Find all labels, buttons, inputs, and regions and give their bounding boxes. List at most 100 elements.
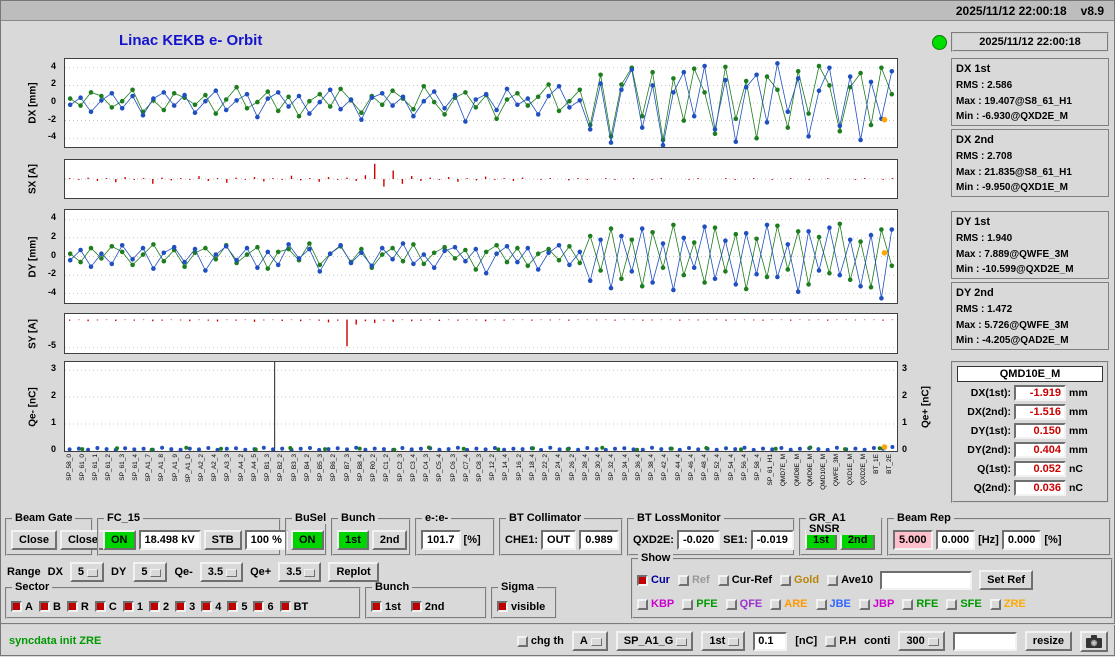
checkbox-c[interactable]: C — [94, 601, 117, 613]
checkbox-box[interactable] — [227, 601, 239, 612]
checkbox-box[interactable] — [717, 574, 729, 586]
status-controls: chg th A SP_A1_G 1st [nC] P.H conti 300 … — [516, 630, 1108, 652]
checkbox-jbp[interactable]: JBP — [858, 598, 894, 610]
checkbox-gold[interactable]: Gold — [780, 574, 819, 586]
x-axis-label: SP_A4_5 — [250, 454, 258, 482]
checkbox-box[interactable] — [66, 601, 78, 612]
bunch-1st-button[interactable]: 1st — [337, 529, 369, 551]
checkbox-box[interactable] — [516, 635, 528, 647]
checkbox-box[interactable] — [122, 601, 134, 612]
checkbox-box[interactable] — [253, 601, 265, 612]
checkbox-box[interactable] — [279, 601, 291, 612]
checkbox-box[interactable] — [410, 601, 422, 612]
x-axis-label: SP_42_4 — [661, 454, 669, 481]
range-dx-select[interactable]: 5 — [69, 561, 105, 583]
checkbox-box[interactable] — [780, 574, 792, 586]
qmd-row: DX(2nd): -1.516 mm — [957, 403, 1103, 420]
checkbox-kbp[interactable]: KBP — [637, 598, 674, 610]
x-axis-label: SP_A1_8 — [158, 454, 166, 482]
checkbox-2[interactable]: 2 — [148, 601, 169, 613]
checkbox-are[interactable]: ARE — [770, 598, 808, 610]
checkbox-box[interactable] — [497, 601, 508, 612]
checkbox-b[interactable]: B — [38, 601, 61, 613]
range-qe-minus-select[interactable]: 3.5 — [199, 561, 244, 583]
fc15-frame: FC_15 ON 18.498 kV STB 100 % — [97, 513, 288, 556]
checkbox-box[interactable] — [989, 598, 1001, 610]
checkbox-rfe[interactable]: RFE — [902, 598, 938, 610]
checkbox-r[interactable]: R — [66, 601, 89, 613]
checkbox-3[interactable]: 3 — [175, 601, 195, 613]
replot-button[interactable]: Replot — [328, 561, 379, 583]
bt-collimator-label: BT Collimator — [506, 513, 585, 524]
checkbox-box[interactable] — [682, 598, 694, 610]
checkbox-p-h[interactable]: P.H — [825, 635, 856, 647]
checkbox-box[interactable] — [815, 598, 827, 610]
checkbox-box[interactable] — [637, 574, 648, 586]
checkbox-6[interactable]: 6 — [253, 601, 274, 613]
checkbox-box[interactable] — [770, 598, 782, 610]
checkbox-ave10[interactable]: Ave10 — [827, 574, 873, 586]
checkbox-visible[interactable]: visible — [497, 601, 545, 613]
resize-button[interactable]: resize — [1024, 630, 1072, 652]
checkbox-pfe[interactable]: PFE — [682, 598, 718, 610]
checkbox-box[interactable] — [38, 601, 50, 612]
sp-select[interactable]: SP_A1_G — [615, 630, 694, 652]
x-axis-label: SP_58_4 — [754, 454, 761, 481]
y-tick-label: 3 — [50, 363, 56, 374]
checkbox-box[interactable] — [902, 598, 914, 610]
checkbox-qfe[interactable]: QFE — [725, 598, 762, 610]
checkbox-box[interactable] — [201, 601, 213, 612]
checkbox-box[interactable] — [175, 601, 187, 612]
range-qe-plus-select[interactable]: 3.5 — [278, 561, 322, 583]
checkbox-sfe[interactable]: SFE — [946, 598, 982, 610]
checkbox-2nd[interactable]: 2nd — [410, 601, 444, 613]
range-dy-select[interactable]: 5 — [133, 561, 168, 583]
checkbox-zre[interactable]: ZRE — [989, 598, 1026, 610]
beam-rep-frame: Beam Rep 5.000 0.000 [Hz] 0.000 [%] — [887, 513, 1111, 556]
checkbox-box[interactable] — [827, 574, 839, 586]
checkbox-box[interactable] — [371, 601, 382, 612]
checkbox-cur-ref[interactable]: Cur-Ref — [717, 574, 772, 586]
mode-select[interactable]: A — [571, 630, 608, 652]
bunch-2nd-button[interactable]: 2nd — [371, 529, 408, 551]
checkbox-box[interactable] — [637, 598, 648, 610]
x-axis-label: SP_B2_2 — [277, 454, 285, 482]
checkbox-4[interactable]: 4 — [201, 601, 221, 613]
checkbox-label: P.H — [839, 635, 857, 647]
checkbox-label: Ave10 — [841, 574, 874, 586]
aux-input[interactable] — [952, 631, 1017, 651]
camera-button[interactable] — [1080, 630, 1108, 652]
checkbox-box[interactable] — [858, 598, 870, 610]
checkbox-bt[interactable]: BT — [279, 601, 308, 613]
bunch-order-select[interactable]: 1st — [701, 630, 746, 652]
checkbox-label: 5 — [241, 600, 248, 613]
checkbox-1st[interactable]: 1st — [371, 601, 401, 613]
busel-on-button[interactable]: ON — [291, 529, 324, 551]
checkbox-ref[interactable]: Ref — [677, 574, 710, 586]
checkbox-box[interactable] — [94, 601, 106, 612]
checkbox-box[interactable] — [725, 598, 737, 610]
checkbox-1[interactable]: 1 — [122, 601, 143, 613]
checkbox-box[interactable] — [148, 601, 160, 612]
show-row1-checkboxes: Cur Ref Cur-Ref Gold Ave10 — [637, 574, 873, 586]
qxd2e-label: QXD2E: — [633, 534, 674, 546]
checkbox-chg-th[interactable]: chg th — [516, 635, 564, 647]
checkbox-5[interactable]: 5 — [227, 601, 247, 613]
x-axis-label: QMD7E_M — [780, 454, 788, 487]
checkbox-jbe[interactable]: JBE — [815, 598, 851, 610]
beam-gate-close-button-1[interactable]: Close — [11, 529, 57, 551]
checkbox-box[interactable] — [946, 598, 958, 610]
ref-name-input[interactable] — [880, 570, 973, 590]
set-ref-button[interactable]: Set Ref — [979, 569, 1034, 591]
checkbox-a[interactable]: A — [11, 601, 33, 613]
checkbox-cur[interactable]: Cur — [637, 574, 670, 586]
fc15-stb-button[interactable]: STB — [203, 529, 242, 551]
checkbox-box[interactable] — [677, 574, 689, 586]
checkbox-box[interactable] — [11, 601, 22, 612]
fc15-on-button[interactable]: ON — [103, 529, 136, 551]
gr-a1-snsr-label: GR_A1 SNSR — [806, 513, 881, 535]
interval-select[interactable]: 300 — [898, 630, 945, 652]
checkbox-box[interactable] — [825, 635, 837, 647]
chart-canvas-sy — [65, 319, 897, 348]
threshold-input[interactable] — [753, 631, 788, 651]
